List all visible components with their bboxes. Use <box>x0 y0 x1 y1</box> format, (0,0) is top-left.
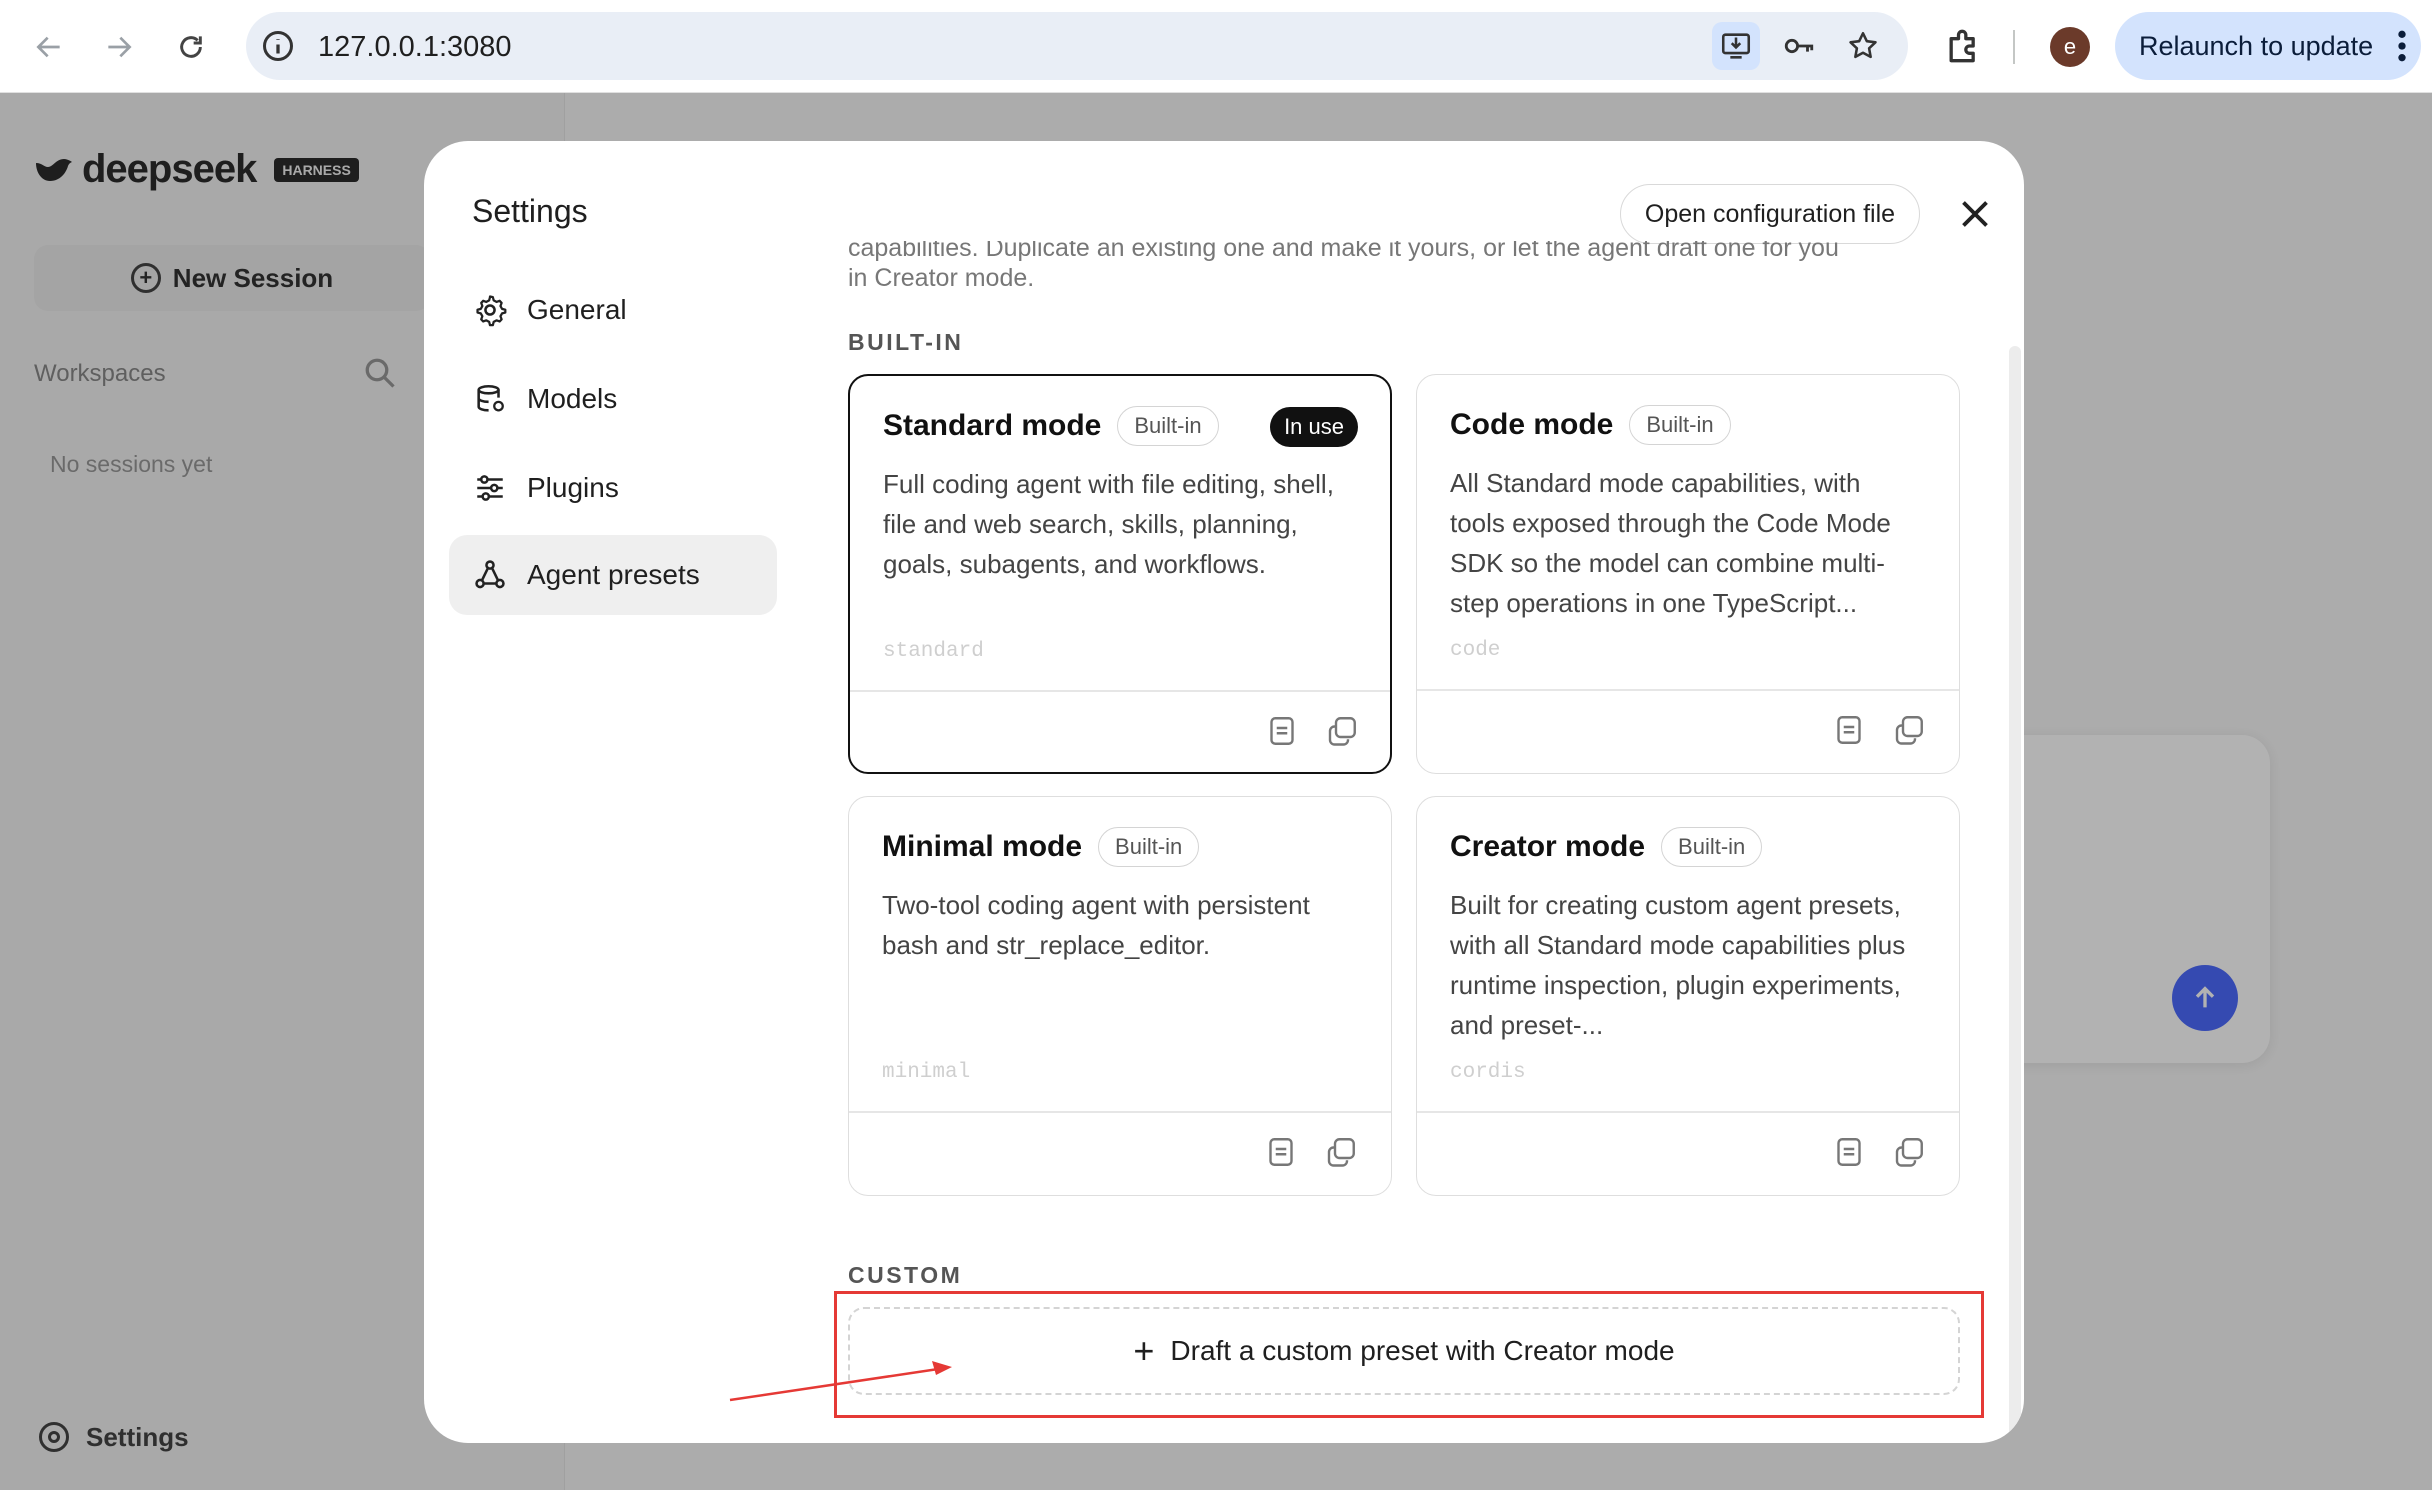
arrow-left-icon <box>36 36 60 58</box>
settings-nav-models[interactable]: Models <box>449 359 777 439</box>
document-icon <box>1270 717 1294 745</box>
settings-nav-general[interactable]: General <box>449 270 777 350</box>
preset-title: Minimal mode <box>882 830 1083 863</box>
in-use-badge: In use <box>1270 407 1358 447</box>
settings-nav-plugins[interactable]: Plugins <box>449 448 777 528</box>
preset-id: code <box>1450 639 1501 662</box>
preset-title: Creator mode <box>1450 830 1646 863</box>
browser-toolbar: 127.0.0.1:3080 e Relaunch to update <box>0 0 2432 93</box>
nav-label: Agent presets <box>527 559 700 590</box>
document-icon <box>1837 716 1861 744</box>
settings-title: Settings <box>472 193 588 229</box>
preset-description: Built for creating custom agent presets,… <box>1450 890 1906 1040</box>
card-divider <box>1417 1111 1959 1113</box>
toolbar-divider <box>2013 30 2015 64</box>
copy-icon <box>1328 717 1356 746</box>
site-info-icon[interactable] <box>260 28 296 64</box>
preset-id: cordis <box>1450 1061 1526 1084</box>
copy-icon <box>1895 716 1923 745</box>
custom-section-label: CUSTOM <box>848 1262 963 1288</box>
builtin-badge: Built-in <box>1098 827 1200 867</box>
annotation-arrow-icon <box>729 1361 952 1402</box>
intro-line: capabilities. Duplicate an existing one … <box>848 241 1839 262</box>
sliders-icon <box>477 475 503 501</box>
nav-label: General <box>527 294 627 325</box>
key-icon <box>1784 38 1814 54</box>
install-icon <box>1721 33 1751 59</box>
presets-icon <box>475 560 505 589</box>
document-icon <box>1269 1138 1293 1166</box>
more-vert-icon[interactable] <box>2397 29 2407 63</box>
preset-title: Code mode <box>1450 408 1614 441</box>
url-text[interactable]: 127.0.0.1:3080 <box>318 31 512 64</box>
database-icon <box>477 384 504 412</box>
settings-dialog: Settings General Models Plugins Agent pr… <box>424 141 2024 1443</box>
preset-card-standard[interactable]: Standard mode Built-in In use Full codin… <box>848 374 1392 774</box>
arrow-right-icon <box>108 36 132 58</box>
preset-card-minimal[interactable]: Minimal mode Built-in Two-tool coding ag… <box>848 796 1392 1196</box>
view-preset-button[interactable] <box>1831 712 1867 748</box>
install-app-button[interactable] <box>1712 22 1760 70</box>
back-button[interactable] <box>24 22 74 72</box>
bookmark-button[interactable] <box>1843 26 1883 66</box>
annotation-highlight-box <box>834 1291 1984 1418</box>
card-divider <box>850 690 1390 692</box>
settings-nav-agent-presets[interactable]: Agent presets <box>449 535 777 615</box>
preset-id: standard <box>883 640 984 663</box>
view-preset-button[interactable] <box>1831 1134 1867 1170</box>
preset-description: Full coding agent with file editing, she… <box>883 469 1334 579</box>
extensions-icon[interactable] <box>1942 24 1986 68</box>
card-divider <box>1417 689 1959 691</box>
reload-button[interactable] <box>166 22 216 72</box>
preset-description: Two-tool coding agent with persistent ba… <box>882 890 1310 960</box>
relaunch-label: Relaunch to update <box>2139 30 2374 61</box>
copy-icon <box>1327 1138 1355 1167</box>
builtin-badge: Built-in <box>1629 405 1731 445</box>
duplicate-preset-button[interactable] <box>1891 712 1927 748</box>
preset-card-creator[interactable]: Creator mode Built-in Built for creating… <box>1416 796 1960 1196</box>
address-bar[interactable]: 127.0.0.1:3080 <box>246 12 1908 80</box>
builtin-section-label: BUILT-IN <box>848 329 964 355</box>
scrollbar[interactable] <box>2009 346 2021 1443</box>
passwords-button[interactable] <box>1779 26 1819 66</box>
builtin-badge: Built-in <box>1661 827 1763 867</box>
nav-label: Plugins <box>527 472 619 503</box>
view-preset-button[interactable] <box>1263 1134 1299 1170</box>
duplicate-preset-button[interactable] <box>1324 713 1360 749</box>
view-preset-button[interactable] <box>1264 713 1300 749</box>
copy-icon <box>1895 1138 1923 1167</box>
star-icon <box>1849 31 1877 59</box>
nav-label: Models <box>527 383 618 414</box>
preset-id: minimal <box>882 1061 971 1084</box>
document-icon <box>1837 1138 1861 1166</box>
preset-description: All Standard mode capabilities, with too… <box>1450 468 1891 618</box>
duplicate-preset-button[interactable] <box>1323 1134 1359 1170</box>
duplicate-preset-button[interactable] <box>1891 1134 1927 1170</box>
intro-line: in Creator mode. <box>848 264 1035 292</box>
builtin-badge: Built-in <box>1117 406 1219 446</box>
card-divider <box>849 1111 1391 1113</box>
reload-icon <box>180 36 202 58</box>
preset-title: Standard mode <box>883 409 1102 442</box>
agent-presets-panel: capabilities. Duplicate an existing one … <box>848 141 2008 1443</box>
preset-card-code[interactable]: Code mode Built-in All Standard mode cap… <box>1416 374 1960 774</box>
profile-avatar[interactable]: e <box>2050 27 2090 67</box>
forward-button[interactable] <box>94 22 144 72</box>
relaunch-button[interactable]: Relaunch to update <box>2115 12 2421 80</box>
gear-icon <box>476 295 507 327</box>
presets-intro: capabilities. Duplicate an existing one … <box>848 241 1978 313</box>
